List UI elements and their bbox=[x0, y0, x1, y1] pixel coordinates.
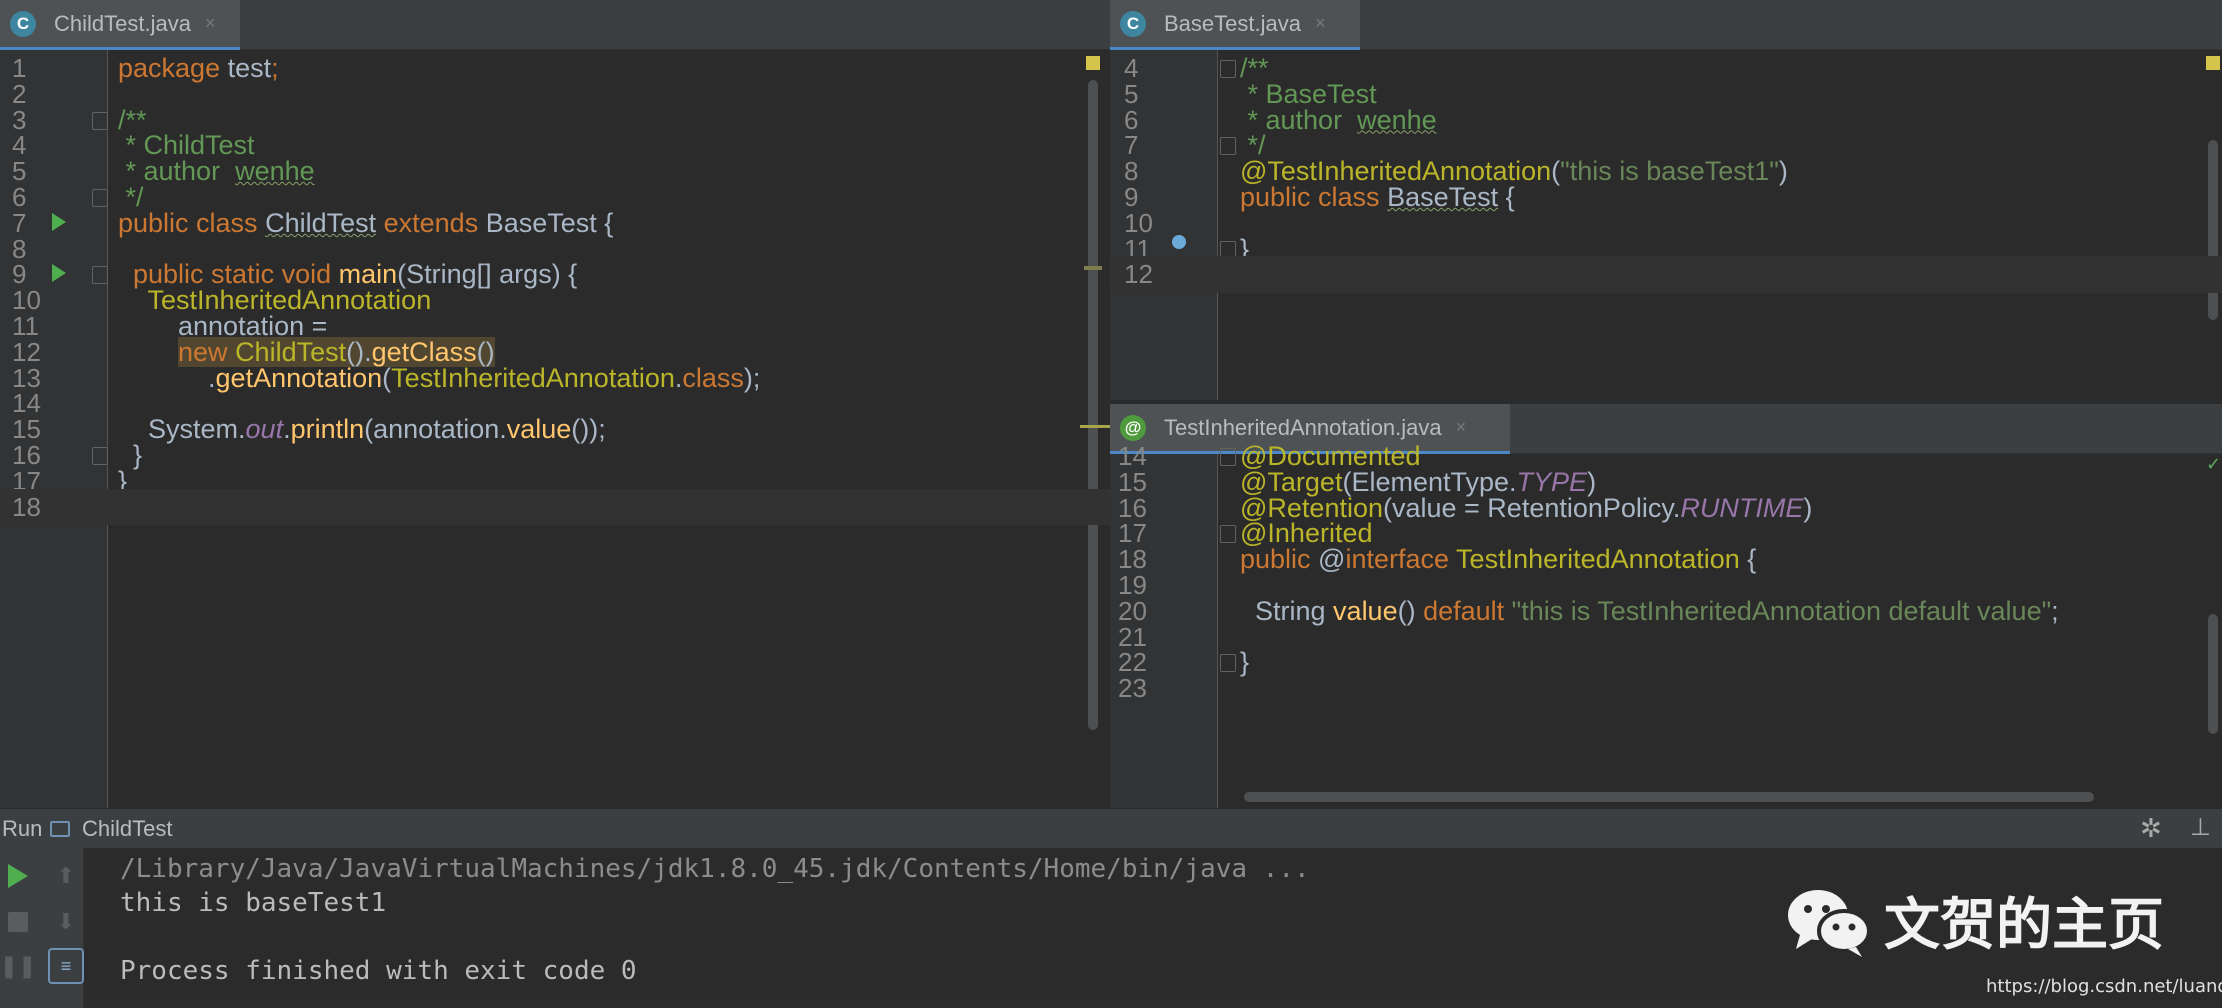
console-line: this is baseTest1 bbox=[120, 888, 387, 918]
annotation-icon: @ bbox=[1120, 414, 1146, 441]
watermark-text: 文贺的主页 bbox=[1884, 893, 2164, 958]
split-divider[interactable] bbox=[1080, 425, 1110, 428]
soft-wrap-icon[interactable]: ≡ bbox=[48, 948, 84, 984]
editor-childtest: C ChildTest.java × 1 package test; 2 3/** 4 … bbox=[0, 0, 1110, 808]
tab-label: BaseTest.java bbox=[1164, 10, 1301, 36]
editor-testinheritedannotation: @ TestInheritedAnnotation.java × ✓ 14 @Do… bbox=[1110, 404, 2222, 808]
line-number: 12 bbox=[1124, 259, 1153, 290]
horizontal-scrollbar[interactable] bbox=[1244, 792, 2094, 802]
run-gutter-icon[interactable] bbox=[52, 212, 66, 231]
wechat-watermark: 文贺的主页 bbox=[1786, 880, 2164, 961]
stop-icon[interactable] bbox=[0, 904, 36, 940]
code-row: 18 bbox=[0, 488, 1110, 526]
pause-icon[interactable]: ❚❚ bbox=[0, 948, 36, 984]
tab-label: ChildTest.java bbox=[54, 10, 191, 36]
run-title: Run bbox=[2, 816, 43, 841]
up-arrow-icon[interactable]: ⬆ bbox=[48, 858, 84, 894]
tab-basetest[interactable]: C BaseTest.java × bbox=[1110, 0, 1360, 50]
code-row: 23 bbox=[1110, 670, 2222, 707]
console-line: /Library/Java/JavaVirtualMachines/jdk1.8… bbox=[120, 854, 1310, 884]
java-class-icon: C bbox=[1120, 10, 1146, 37]
tab-label: TestInheritedAnnotation.java bbox=[1164, 414, 1442, 440]
close-icon[interactable]: × bbox=[1315, 13, 1326, 34]
editor-tabbar: C BaseTest.java × bbox=[1110, 0, 2222, 50]
down-arrow-icon[interactable]: ⬇ bbox=[48, 904, 84, 940]
code-row: 12 bbox=[1110, 256, 2222, 293]
close-icon[interactable]: × bbox=[1456, 417, 1467, 438]
watermark-url: https://blog.csdn.net/luanqiu123 bbox=[1986, 976, 2222, 997]
run-config-name: ChildTest bbox=[82, 816, 173, 841]
wechat-logo-icon bbox=[1788, 889, 1871, 957]
settings-gear-icon[interactable]: ✲ bbox=[2140, 813, 2162, 844]
java-class-icon: C bbox=[10, 10, 36, 37]
hide-panel-icon[interactable]: ⊥ bbox=[2190, 813, 2211, 842]
line-number: 23 bbox=[1118, 673, 1147, 704]
rerun-icon[interactable] bbox=[0, 858, 36, 894]
run-tool-header: Run ChildTest ✲ ⊥ bbox=[0, 808, 2222, 848]
console-line: Process finished with exit code 0 bbox=[120, 956, 637, 986]
editor-basetest: C BaseTest.java × 4/** 5 * BaseTest 6 * au… bbox=[1110, 0, 2222, 400]
run-gutter-icon[interactable] bbox=[52, 264, 66, 283]
line-number: 18 bbox=[12, 491, 41, 522]
close-icon[interactable]: × bbox=[205, 13, 216, 34]
editor-tabbar: C ChildTest.java × bbox=[0, 0, 1110, 50]
run-toolbar: ⬆ ⬇ ❚❚ ≡ bbox=[0, 848, 84, 1008]
run-config-icon bbox=[50, 821, 70, 837]
tab-childtest[interactable]: C ChildTest.java × bbox=[0, 0, 240, 50]
